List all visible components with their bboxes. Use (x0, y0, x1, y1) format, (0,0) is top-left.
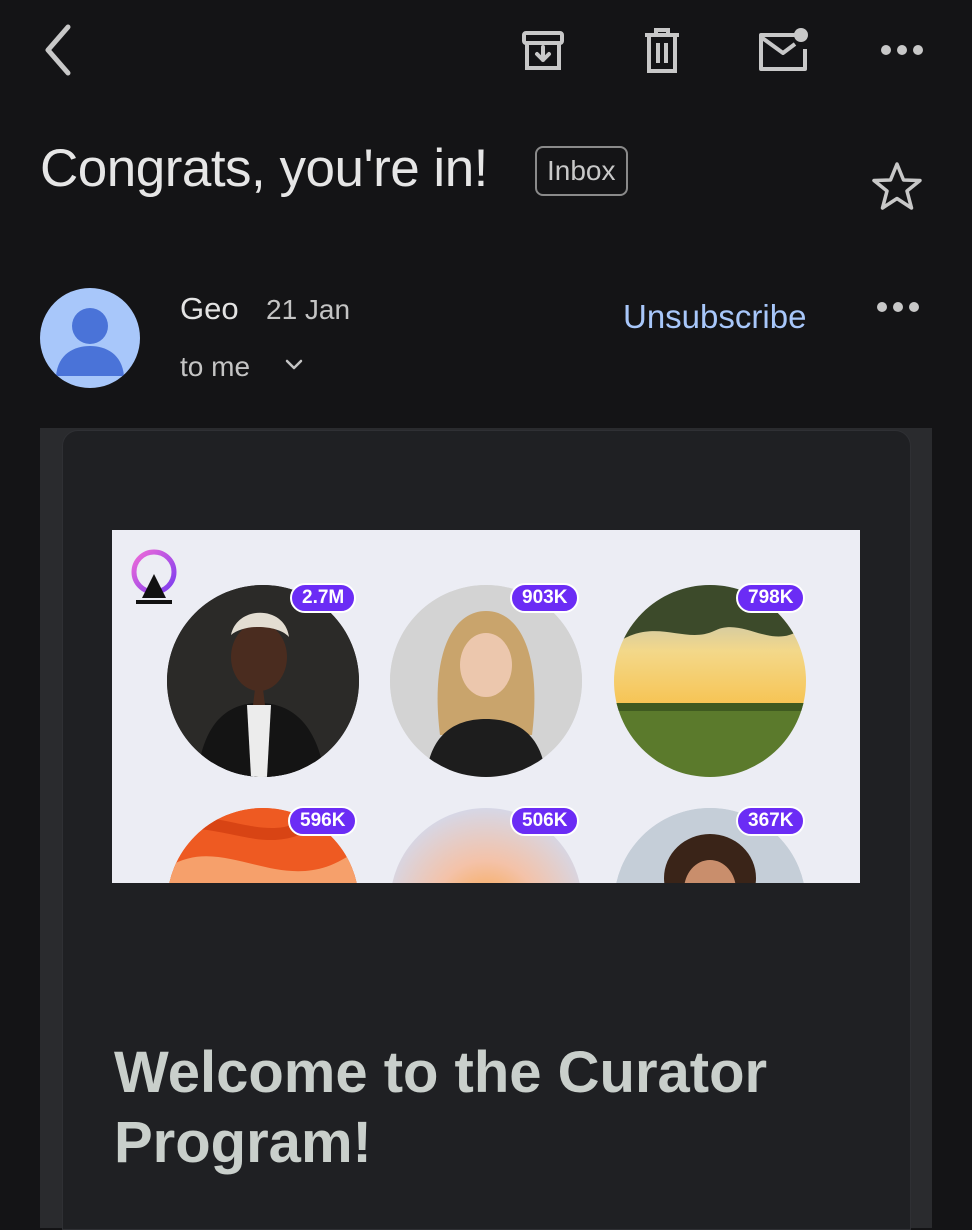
more-horizontal-icon (877, 302, 919, 312)
star-icon (872, 162, 922, 210)
follower-count-badge: 798K (736, 583, 806, 613)
email-date: 21 Jan (266, 294, 351, 325)
chevron-left-icon (45, 24, 71, 76)
more-horizontal-icon (881, 45, 923, 55)
mark-unread-button[interactable] (752, 20, 814, 80)
profile-circle (614, 585, 806, 777)
mail-unread-icon (759, 28, 808, 71)
archive-button[interactable] (512, 20, 574, 80)
follower-count-badge: 596K (288, 806, 358, 836)
unsubscribe-link[interactable]: Unsubscribe (623, 298, 806, 336)
follower-count-badge: 367K (736, 806, 806, 836)
follower-count-badge: 2.7M (290, 583, 357, 613)
sender-name: Geo (180, 291, 239, 326)
recipient-details-toggle[interactable] (284, 358, 304, 377)
hero-image: 2.7M 903K 798K 596K 506K 367K (112, 530, 860, 883)
follower-count-badge: 903K (510, 583, 580, 613)
email-subject: Congrats, you're in! (40, 139, 488, 198)
delete-button[interactable] (632, 20, 692, 80)
back-button[interactable] (30, 20, 86, 80)
chevron-down-icon (285, 359, 303, 370)
welcome-heading: Welcome to the Curator Program! (114, 1040, 768, 1175)
top-toolbar (0, 0, 972, 100)
recipient-text[interactable]: to me (180, 351, 250, 383)
message-more-button[interactable] (876, 300, 920, 318)
person-icon (56, 308, 124, 376)
profile-circle (167, 585, 359, 777)
trash-icon (645, 28, 679, 73)
curator-logo-icon (131, 549, 177, 604)
inbox-label-chip[interactable]: Inbox (535, 146, 628, 196)
profile-circle (390, 585, 582, 777)
archive-icon (522, 31, 564, 70)
star-button[interactable] (870, 160, 924, 219)
sender-avatar[interactable] (40, 288, 140, 388)
more-options-button[interactable] (874, 28, 930, 72)
follower-count-badge: 506K (510, 806, 580, 836)
